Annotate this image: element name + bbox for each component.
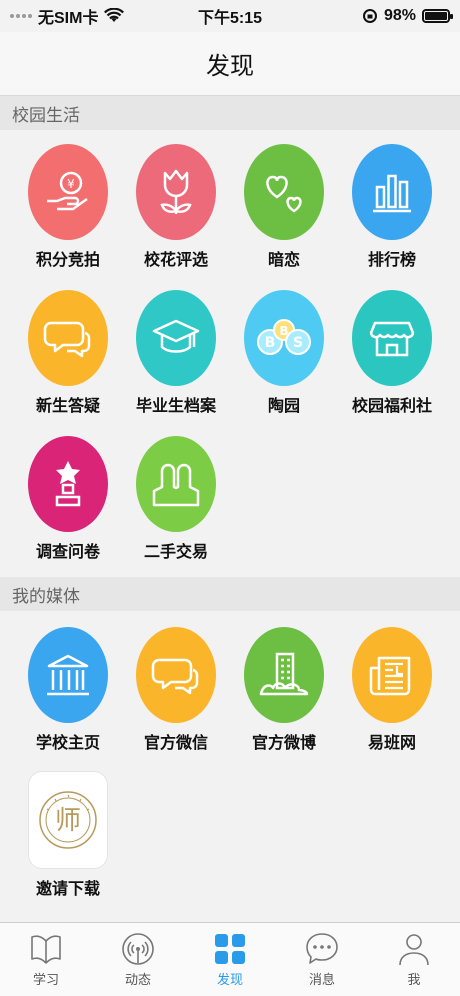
svg-text:B: B [265,335,276,351]
battery-icon [422,9,453,23]
taoyuan-circle: B B S [244,290,324,386]
tile-label: 易班网 [367,735,416,752]
points-auction-circle: ¥ [28,144,108,240]
tile-label: 官方微信 [143,735,208,752]
college-logo-icon: 师 [28,771,108,869]
city-building-icon [259,652,309,696]
tile-official-wechat[interactable]: 官方微信 [122,627,230,753]
section-title-media: 我的媒体 [0,577,460,611]
graduate-archive-circle [136,290,216,386]
ranking-circle [352,144,432,240]
tile-campus-beauty[interactable]: 校花评选 [122,144,230,270]
tile-invite-download[interactable]: 师 邀请下载 [14,771,122,899]
bar-chart-icon [373,174,411,213]
tile-label: 排行榜 [367,252,416,269]
tulip-icon [160,169,192,214]
tab-discover[interactable]: 发现 [184,923,276,996]
status-left: 无SIM卡 [10,4,125,28]
tab-label: 动态 [124,972,151,987]
wifi-icon [104,8,125,22]
second-hand-circle [136,436,216,532]
tile-label: 学校主页 [35,735,100,752]
tile-taoyuan[interactable]: B B S 陶园 [230,290,338,416]
newspaper-icon [369,656,411,696]
tile-label: 调查问卷 [35,544,100,561]
tile-school-homepage[interactable]: 学校主页 [14,627,122,753]
tile-label: 毕业生档案 [135,398,216,415]
campus-shop-circle [352,290,432,386]
logo-character: 师 [55,806,81,836]
status-bar: 无SIM卡 下午5:15 98% [0,0,460,32]
survey-circle [28,436,108,532]
tile-label: 邀请下载 [35,881,100,898]
tile-survey[interactable]: 调查问卷 [14,436,122,562]
tile-ranking[interactable]: 排行榜 [338,144,446,270]
tile-campus-shop[interactable]: 校园福利社 [338,290,446,416]
broadcast-icon [122,933,154,965]
nav-bar: 发现 [0,32,460,96]
tile-points-auction[interactable]: ¥ 积分竞拍 [14,144,122,270]
tile-yiban[interactable]: 易班网 [338,627,446,753]
shop-icon [369,321,415,357]
svg-text:¥: ¥ [67,177,75,191]
status-right: 98% [362,7,453,25]
official-weibo-circle [244,627,324,723]
trophy-icon [55,461,81,507]
official-wechat-circle [136,627,216,723]
tile-label: 陶园 [267,398,300,415]
orientation-lock-icon [362,9,377,23]
tile-label: 官方微博 [251,735,316,752]
crush-circle [244,144,324,240]
tab-label: 学习 [32,972,59,987]
campus-beauty-circle [136,144,216,240]
people-icon [152,463,200,507]
freshman-qa-circle [28,290,108,386]
tab-label: 发现 [216,972,243,987]
hearts-icon [266,175,302,213]
tile-label: 暗恋 [267,252,300,269]
battery-percent: 98% [383,7,416,24]
section-title-campus: 校园生活 [0,96,460,130]
tab-me[interactable]: 我 [368,923,460,996]
tile-label: 积分竞拍 [35,252,100,269]
tile-label: 新生答疑 [35,398,100,415]
yiban-circle [352,627,432,723]
message-icon [306,933,338,964]
svg-text:B: B [279,324,288,338]
tile-graduate-archive[interactable]: 毕业生档案 [122,290,230,416]
media-grid: 学校主页 官方微信 官方微博 易班网 师 邀请下载 [0,611,460,922]
bbs-icon: B B S [257,319,311,355]
tile-freshman-qa[interactable]: 新生答疑 [14,290,122,416]
graduation-cap-icon [152,319,200,353]
grid-icon [215,934,245,964]
coin-hand-icon: ¥ [47,171,88,211]
tab-bar: 学习 动态 发现 消息 我 [0,922,460,996]
tab-feed[interactable]: 动态 [92,923,184,996]
tab-label: 消息 [308,972,335,987]
svg-text:S: S [293,335,303,351]
signal-icon [10,14,32,18]
chat-bubbles-icon [43,321,91,358]
battery-fill [425,12,447,20]
tab-messages[interactable]: 消息 [276,923,368,996]
wechat-bubbles-icon [151,658,199,695]
tab-label: 我 [407,972,421,987]
person-icon [399,934,429,966]
school-homepage-circle [28,627,108,723]
school-building-icon [47,654,89,696]
carrier-text: 无SIM卡 [38,10,99,27]
tab-study[interactable]: 学习 [0,923,92,996]
tile-official-weibo[interactable]: 官方微博 [230,627,338,753]
page-title: 发现 [206,53,254,80]
book-icon [31,935,61,964]
tile-label: 二手交易 [143,544,208,561]
campus-grid: ¥ 积分竞拍 校花评选 暗恋 排行榜 新生答疑 毕业生档案 B B S 陶园 校… [0,130,460,576]
tile-crush[interactable]: 暗恋 [230,144,338,270]
tile-second-hand[interactable]: 二手交易 [122,436,230,562]
tile-label: 校园福利社 [351,398,432,415]
tile-label: 校花评选 [143,252,208,269]
